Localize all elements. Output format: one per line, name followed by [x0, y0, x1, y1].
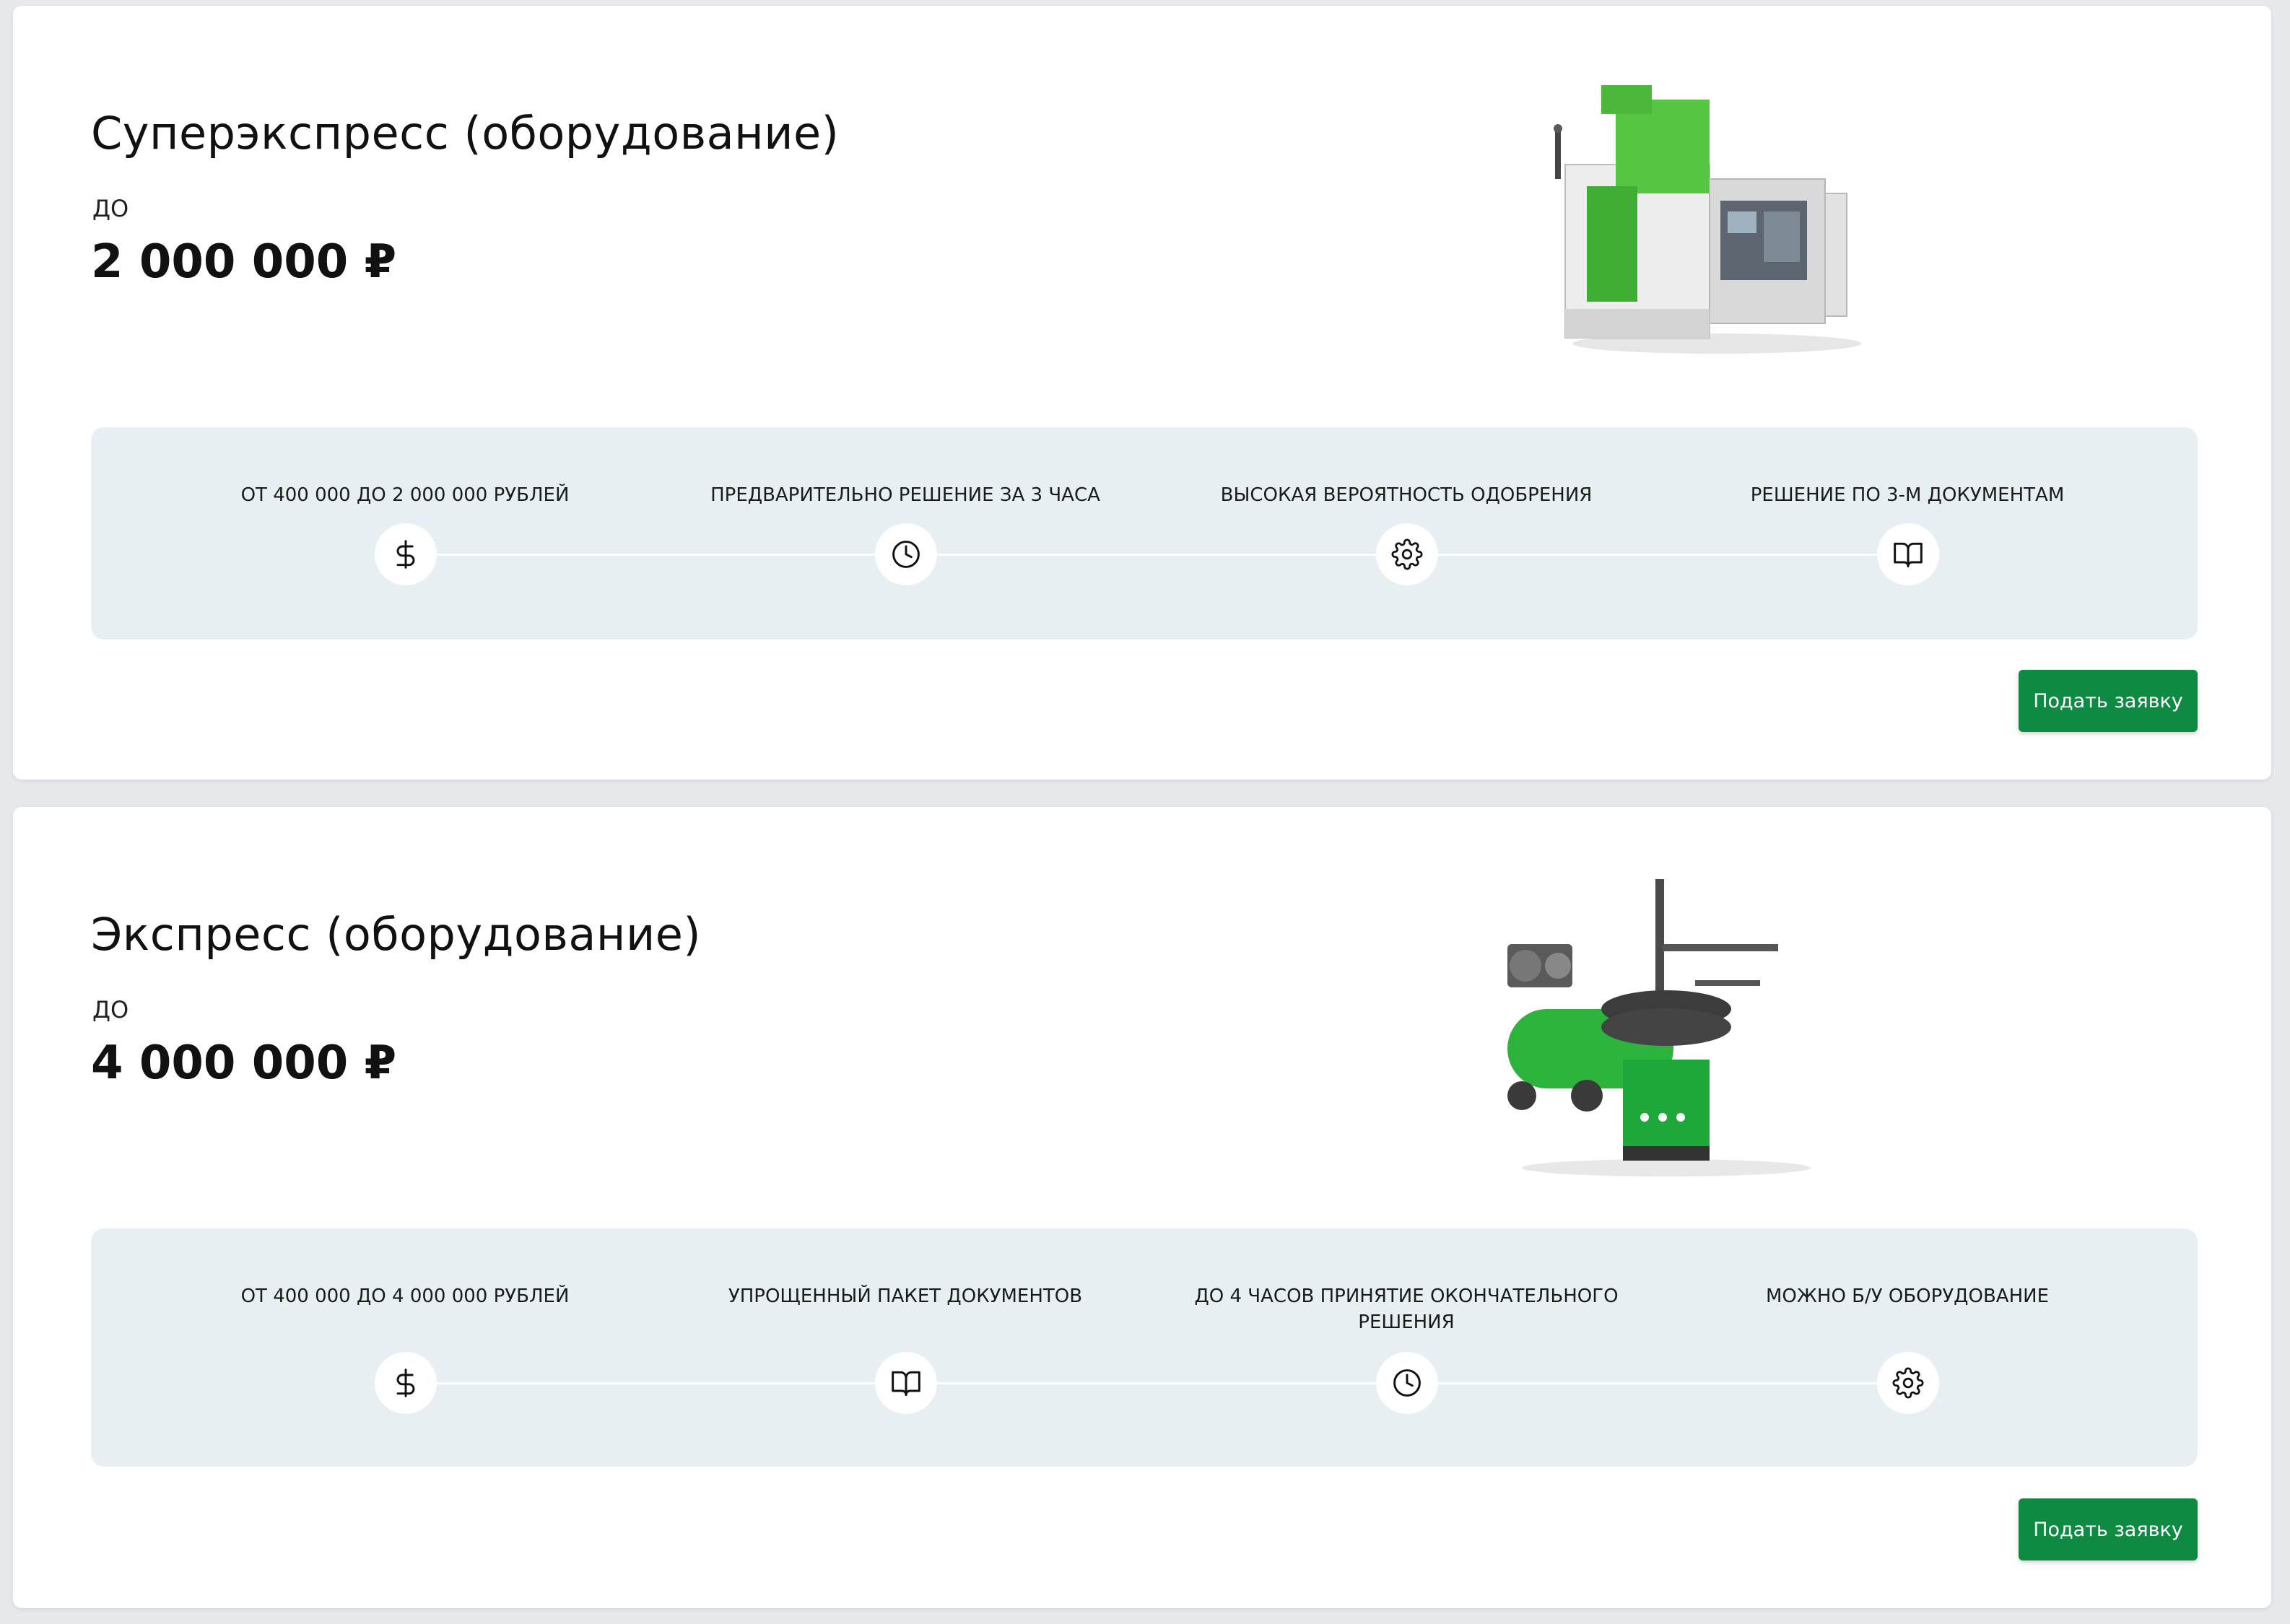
clock-icon — [875, 523, 937, 585]
feature-label: МОЖНО Б/У ОБОРУДОВАНИЕ — [1765, 1285, 2049, 1307]
book-icon — [1877, 523, 1939, 585]
feature-item: ОТ 400 000 ДО 4 000 000 РУБЛЕЙ — [181, 1228, 629, 1467]
apply-button[interactable]: Подать заявку — [2019, 670, 2198, 732]
book-icon — [875, 1352, 937, 1414]
amount-prefix: ДО — [92, 195, 129, 222]
product-amount: 4 000 000 ₽ — [91, 1036, 397, 1090]
product-card-express: Экспресс (оборудование) ДО 4 000 000 ₽ О… — [13, 807, 2271, 1608]
tire-changer-compressor-image — [1507, 879, 1811, 1176]
cnc-machine-image — [1554, 85, 1861, 354]
feature-label: ОТ 400 000 ДО 4 000 000 РУБЛЕЙ — [240, 1285, 570, 1307]
feature-item: ДО 4 ЧАСОВ ПРИНЯТИЕ ОКОНЧАТЕЛЬНОГО РЕШЕН… — [1183, 1228, 1630, 1467]
feature-item: ВЫСОКАЯ ВЕРОЯТНОСТЬ ОДОБРЕНИЯ — [1183, 427, 1630, 639]
product-card-superexpress: Суперэкспресс (оборудование) ДО 2 000 00… — [13, 6, 2271, 780]
feature-label: ПРЕДВАРИТЕЛЬНО РЕШЕНИЕ ЗА 3 ЧАСА — [710, 484, 1100, 506]
feature-label: РЕШЕНИЕ ПО 3-М ДОКУМЕНТАМ — [1750, 484, 2065, 506]
product-amount: 2 000 000 ₽ — [91, 235, 397, 289]
gear-icon — [1376, 523, 1438, 585]
feature-item: ОТ 400 000 ДО 2 000 000 РУБЛЕЙ — [181, 427, 629, 639]
feature-label: УПРОЩЕННЫЙ ПАКЕТ ДОКУМЕНТОВ — [728, 1285, 1083, 1307]
features-panel: ОТ 400 000 ДО 2 000 000 РУБЛЕЙ ПРЕДВАРИТ… — [91, 427, 2198, 639]
product-title: Экспресс (оборудование) — [91, 908, 702, 961]
dollar-icon — [375, 523, 437, 585]
feature-item: МОЖНО Б/У ОБОРУДОВАНИЕ — [1684, 1228, 2131, 1467]
feature-label: ДО 4 ЧАСОВ ПРИНЯТИЕ ОКОНЧАТЕЛЬНОГО РЕШЕН… — [1194, 1285, 1619, 1333]
apply-button[interactable]: Подать заявку — [2019, 1498, 2198, 1560]
feature-label: ВЫСОКАЯ ВЕРОЯТНОСТЬ ОДОБРЕНИЯ — [1220, 484, 1593, 506]
feature-item: РЕШЕНИЕ ПО 3-М ДОКУМЕНТАМ — [1684, 427, 2131, 639]
feature-label: ОТ 400 000 ДО 2 000 000 РУБЛЕЙ — [240, 484, 570, 506]
amount-prefix: ДО — [92, 996, 129, 1023]
product-title: Суперэкспресс (оборудование) — [91, 107, 840, 160]
gear-icon — [1877, 1352, 1939, 1414]
dollar-icon — [375, 1352, 437, 1414]
feature-item: ПРЕДВАРИТЕЛЬНО РЕШЕНИЕ ЗА 3 ЧАСА — [682, 427, 1129, 639]
clock-icon — [1376, 1352, 1438, 1414]
features-panel: ОТ 400 000 ДО 4 000 000 РУБЛЕЙ УПРОЩЕННЫ… — [91, 1228, 2198, 1467]
feature-item: УПРОЩЕННЫЙ ПАКЕТ ДОКУМЕНТОВ — [682, 1228, 1129, 1467]
